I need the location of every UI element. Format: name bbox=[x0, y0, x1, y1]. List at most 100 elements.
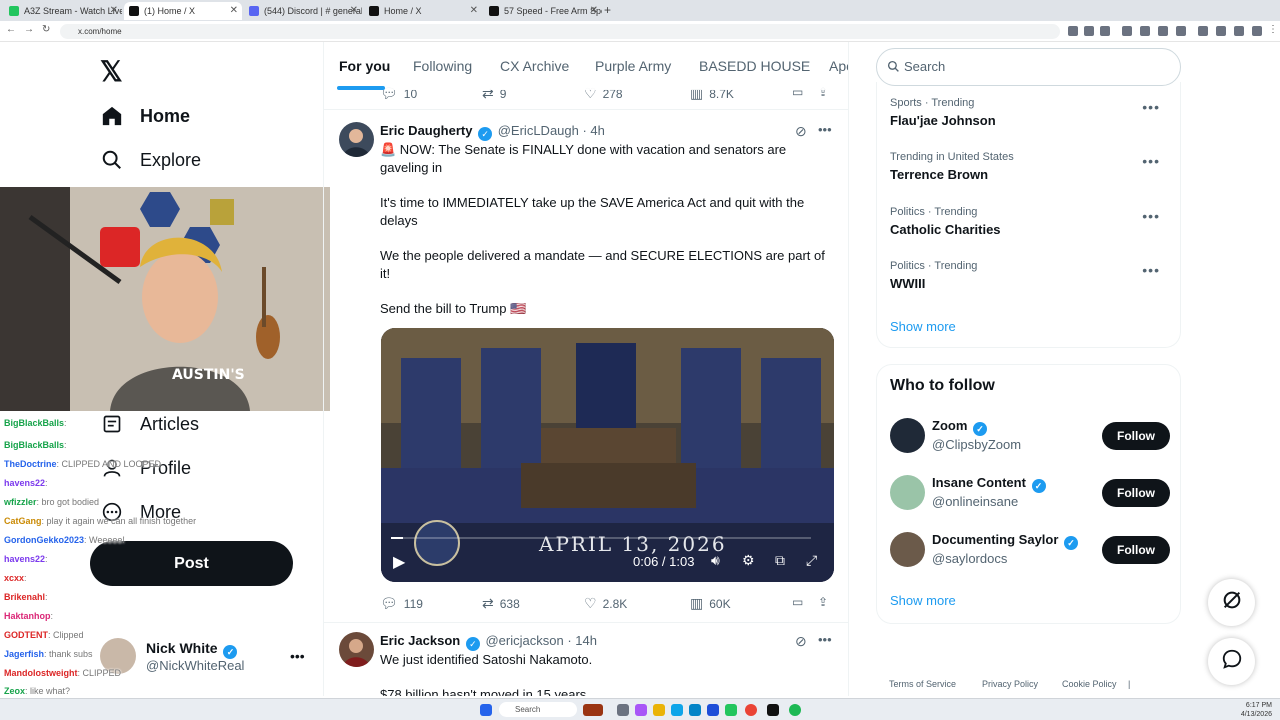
browser-tab-4[interactable]: Home / X ✕ bbox=[364, 2, 482, 20]
obs-icon[interactable] bbox=[767, 704, 779, 716]
follow-button[interactable]: Follow bbox=[1102, 479, 1170, 507]
extension-icon[interactable] bbox=[1234, 26, 1244, 36]
browser-tab-3[interactable]: (544) Discord | # general | ✕ bbox=[244, 2, 362, 20]
tab-basedd-house[interactable]: BASEDD HOUSE bbox=[699, 58, 810, 74]
profile-icon[interactable] bbox=[1252, 26, 1262, 36]
tab-ape[interactable]: Ape bbox=[829, 58, 848, 74]
tweet-avatar[interactable] bbox=[339, 632, 374, 667]
grok-icon[interactable]: ⊘ bbox=[795, 123, 807, 140]
trend-menu-icon[interactable]: ••• bbox=[1142, 208, 1160, 224]
trend-item[interactable]: Sports · Trending Flau'jae Johnson ••• bbox=[890, 97, 1170, 141]
trend-item[interactable]: Trending in United States Terrence Brown… bbox=[890, 151, 1170, 195]
follow-suggestion[interactable]: Insane Content ✓ @onlineinsane Follow bbox=[890, 475, 1170, 515]
forward-icon[interactable]: → bbox=[24, 24, 34, 35]
tweet-author-handle[interactable]: @EricLDaugh bbox=[498, 123, 579, 138]
app-icon[interactable] bbox=[707, 704, 719, 716]
x-logo-icon[interactable]: 𝕏 bbox=[100, 55, 123, 88]
picture-in-picture-icon[interactable]: ⧉ bbox=[775, 552, 785, 569]
zoom-icon[interactable] bbox=[1068, 26, 1078, 36]
app-icon[interactable] bbox=[725, 704, 737, 716]
suggestion-avatar[interactable] bbox=[890, 475, 925, 510]
tweet-author-name[interactable]: Eric Daugherty bbox=[380, 123, 472, 138]
tab-following[interactable]: Following bbox=[413, 58, 472, 74]
taskbar-search[interactable]: Search bbox=[499, 702, 577, 717]
extension-icon[interactable] bbox=[1216, 26, 1226, 36]
trend-menu-icon[interactable]: ••• bbox=[1142, 99, 1160, 115]
volume-icon[interactable]: 🔊︎ bbox=[711, 552, 720, 569]
tab-purple-army[interactable]: Purple Army bbox=[595, 58, 671, 74]
tweet-author-name[interactable]: Eric Jackson bbox=[380, 633, 460, 648]
follow-suggestion[interactable]: Zoom ✓ @ClipsbyZoom Follow bbox=[890, 418, 1170, 458]
extension-icon[interactable] bbox=[1122, 26, 1132, 36]
windows-start-icon[interactable] bbox=[480, 704, 492, 716]
tab-cx-archive[interactable]: CX Archive bbox=[500, 58, 569, 74]
extension-icon[interactable] bbox=[1176, 26, 1186, 36]
tweet-avatar[interactable] bbox=[339, 122, 374, 157]
settings-gear-icon[interactable]: ⚙ bbox=[742, 552, 755, 569]
trend-menu-icon[interactable]: ••• bbox=[1142, 153, 1160, 169]
reply-button[interactable]: 💬︎ 119 bbox=[380, 595, 423, 612]
post-button[interactable]: Post bbox=[90, 541, 293, 586]
footer-terms-link[interactable]: Terms of Service bbox=[889, 679, 956, 689]
browser-tab-5[interactable]: 57 Speed - Free Arm Speed Ch ✕ bbox=[484, 2, 602, 20]
back-icon[interactable]: ← bbox=[6, 24, 16, 35]
share-icon[interactable]: ⇪ bbox=[818, 595, 828, 609]
close-tab-icon[interactable]: ✕ bbox=[230, 2, 238, 20]
close-tab-icon[interactable]: ✕ bbox=[350, 2, 358, 20]
tweet-video[interactable]: APRIL 13, 2026 ▶ 0:06 / 1:03 🔊︎ ⚙ ⧉ ⤢ bbox=[381, 328, 834, 582]
tab-for-you[interactable]: For you bbox=[339, 58, 390, 74]
cast-icon[interactable] bbox=[1084, 26, 1094, 36]
like-button[interactable]: ♡ 2.8K bbox=[584, 595, 627, 612]
bookmark-star-icon[interactable] bbox=[1100, 26, 1110, 36]
close-tab-icon[interactable]: ✕ bbox=[110, 2, 118, 20]
close-tab-icon[interactable]: ✕ bbox=[470, 2, 478, 20]
reload-icon[interactable]: ↻ bbox=[42, 24, 50, 35]
follow-show-more-link[interactable]: Show more bbox=[890, 593, 956, 608]
suggestion-avatar[interactable] bbox=[890, 532, 925, 567]
trend-item[interactable]: Politics · Trending Catholic Charities •… bbox=[890, 206, 1170, 250]
tweet-time[interactable]: · 4h bbox=[582, 123, 604, 138]
bookmark-icon[interactable]: ▭ bbox=[792, 595, 803, 609]
suggestion-avatar[interactable] bbox=[890, 418, 925, 453]
browser-tab-1[interactable]: A3Z Stream - Watch Live on Ki ✕ bbox=[4, 2, 122, 20]
trends-show-more-link[interactable]: Show more bbox=[890, 319, 956, 334]
trend-item[interactable]: Politics · Trending WWIII ••• bbox=[890, 260, 1170, 304]
account-menu-icon[interactable]: ••• bbox=[290, 648, 305, 664]
browser-tab-2[interactable]: (1) Home / X ✕ bbox=[124, 2, 242, 20]
tweet-time[interactable]: · 14h bbox=[567, 633, 597, 648]
play-icon[interactable]: ▶ bbox=[393, 552, 405, 572]
follow-button[interactable]: Follow bbox=[1102, 536, 1170, 564]
widget-icon[interactable] bbox=[583, 704, 603, 716]
footer-privacy-link[interactable]: Privacy Policy bbox=[982, 679, 1038, 689]
extension-icon[interactable] bbox=[1140, 26, 1150, 36]
nav-home[interactable]: Home bbox=[100, 101, 190, 131]
close-tab-icon[interactable]: ✕ bbox=[590, 2, 598, 20]
extension-icon[interactable] bbox=[1198, 26, 1208, 36]
file-explorer-icon[interactable] bbox=[653, 704, 665, 716]
edge-icon[interactable] bbox=[671, 704, 683, 716]
task-view-icon[interactable] bbox=[617, 704, 629, 716]
trend-menu-icon[interactable]: ••• bbox=[1142, 262, 1160, 278]
new-tab-button[interactable]: + bbox=[604, 3, 611, 17]
follow-button[interactable]: Follow bbox=[1102, 422, 1170, 450]
nav-explore[interactable]: Explore bbox=[100, 145, 201, 175]
grok-button[interactable] bbox=[1208, 579, 1255, 626]
app-icon[interactable] bbox=[635, 704, 647, 716]
extension-icon[interactable] bbox=[1158, 26, 1168, 36]
browser-menu-icon[interactable]: ⋮ bbox=[1268, 24, 1278, 35]
footer-cookie-link[interactable]: Cookie Policy bbox=[1062, 679, 1117, 689]
spotify-icon[interactable] bbox=[789, 704, 801, 716]
follow-suggestion[interactable]: Documenting Saylor ✓ @saylordocs Follow bbox=[890, 532, 1170, 572]
search-input[interactable] bbox=[904, 59, 1164, 74]
taskbar-clock[interactable]: 6:17 PM 4/13/2026 bbox=[1228, 701, 1272, 719]
url-field[interactable]: x.com/home bbox=[60, 24, 1060, 39]
grok-icon[interactable]: ⊘ bbox=[795, 633, 807, 650]
views-button[interactable]: ▥ 60K bbox=[690, 595, 731, 612]
store-icon[interactable] bbox=[689, 704, 701, 716]
chrome-icon[interactable] bbox=[745, 704, 757, 716]
fullscreen-icon[interactable]: ⤢ bbox=[806, 552, 817, 569]
tweet-menu-icon[interactable]: ••• bbox=[818, 122, 832, 137]
messages-button[interactable] bbox=[1208, 638, 1255, 685]
search-box[interactable] bbox=[876, 48, 1181, 86]
tweet-author-handle[interactable]: @ericjackson bbox=[485, 633, 563, 648]
